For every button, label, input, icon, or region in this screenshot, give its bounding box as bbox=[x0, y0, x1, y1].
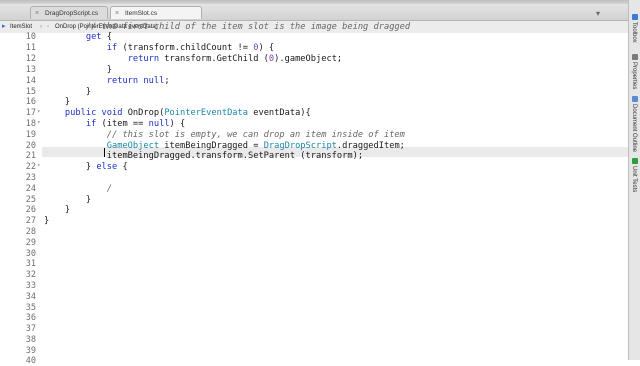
tab-itemslot[interactable]: × ItemSlot.cs bbox=[110, 6, 202, 19]
line-number: 26 bbox=[25, 205, 36, 215]
code-line: if (item == null) { bbox=[85, 119, 186, 129]
fold-toggle-icon[interactable]: ▾ bbox=[37, 108, 42, 115]
line-number: 17 bbox=[25, 108, 36, 118]
line-number: 18 bbox=[25, 119, 36, 129]
code-line: return transform.GetChild (0).gameObject… bbox=[127, 54, 343, 64]
line-number: 32 bbox=[25, 270, 36, 280]
right-dock-panel: Toolbox Properties Document Outline Unit… bbox=[628, 0, 640, 360]
code-line: } bbox=[44, 195, 92, 205]
side-tab-label: Properties bbox=[631, 62, 637, 90]
code-line: if (transform.childCount != 0) { bbox=[106, 43, 275, 53]
line-number: 33 bbox=[25, 281, 36, 291]
code-line: } bbox=[44, 65, 112, 75]
line-number: 25 bbox=[25, 195, 36, 205]
code-line: } bbox=[44, 216, 50, 226]
code-line: get { bbox=[85, 32, 113, 42]
line-number: 37 bbox=[25, 324, 36, 334]
breadcrumb-separator: › bbox=[40, 24, 42, 30]
line-number-gutter: 10 11 12 13 14 15 16 17 18 19 20 21 22 2… bbox=[0, 32, 42, 366]
line-number: 23 bbox=[25, 173, 36, 183]
line-number: 15 bbox=[25, 87, 36, 97]
tab-label: DragDropScript.cs bbox=[45, 10, 99, 17]
line-number: 24 bbox=[25, 184, 36, 194]
code-line: GameObject itemBeingDragged = DragDropSc… bbox=[106, 141, 405, 151]
chevron-down-icon[interactable]: ▾ bbox=[596, 9, 600, 18]
line-number: 34 bbox=[25, 292, 36, 302]
line-number: 40 bbox=[25, 356, 36, 366]
line-number: 28 bbox=[25, 227, 36, 237]
close-tab-icon[interactable]: × bbox=[115, 7, 119, 20]
side-tab-label: Toolbox bbox=[631, 22, 637, 43]
code-editor[interactable]: 10 11 12 13 14 15 16 17 18 19 20 21 22 2… bbox=[0, 22, 628, 366]
line-number: 31 bbox=[25, 259, 36, 269]
code-line: } bbox=[44, 97, 71, 107]
line-number: 13 bbox=[25, 65, 36, 75]
line-number: 12 bbox=[25, 54, 36, 64]
close-tab-icon[interactable]: × bbox=[35, 7, 39, 20]
code-line: itemBeingDragged.transform.SetParent (tr… bbox=[44, 151, 364, 161]
tab-dragdropscript[interactable]: × DragDropScript.cs bbox=[30, 6, 108, 19]
line-number: 14 bbox=[25, 76, 36, 86]
line-number: 38 bbox=[25, 335, 36, 345]
code-line: return null; bbox=[106, 76, 170, 86]
line-number: 36 bbox=[25, 313, 36, 323]
line-number: 29 bbox=[25, 238, 36, 248]
code-line: } else { bbox=[44, 162, 128, 172]
code-line: } bbox=[44, 87, 92, 97]
code-line: // the first child of the item slot is t… bbox=[85, 22, 411, 32]
code-line: public void OnDrop(PointerEventData even… bbox=[64, 108, 311, 118]
properties-icon bbox=[632, 54, 638, 60]
line-number: 39 bbox=[25, 346, 36, 356]
code-line: } bbox=[44, 205, 71, 215]
document-tab-bar: × DragDropScript.cs × ItemSlot.cs ▾ bbox=[0, 4, 628, 21]
code-line: / bbox=[106, 184, 112, 194]
toolbox-icon bbox=[632, 14, 638, 20]
unit-tests-icon bbox=[632, 158, 638, 164]
text-caret bbox=[104, 148, 105, 157]
line-number: 35 bbox=[25, 303, 36, 313]
line-number: 11 bbox=[25, 43, 36, 53]
line-number: 27 bbox=[25, 216, 36, 226]
side-tab-label: Document Outline bbox=[631, 104, 637, 153]
fold-toggle-icon[interactable]: ▾ bbox=[37, 162, 42, 169]
line-number: 21 bbox=[25, 151, 36, 161]
tab-label: ItemSlot.cs bbox=[125, 10, 158, 17]
line-number: 20 bbox=[25, 141, 36, 151]
line-number: 19 bbox=[25, 130, 36, 140]
fold-toggle-icon[interactable]: ▾ bbox=[37, 119, 42, 126]
line-number: 30 bbox=[25, 249, 36, 259]
line-number: 16 bbox=[25, 97, 36, 107]
line-number: 22 bbox=[25, 162, 36, 172]
code-line: // this slot is empty, we can drop an it… bbox=[106, 130, 405, 140]
document-outline-icon bbox=[632, 96, 638, 102]
side-tab-label: Unit Tests bbox=[631, 166, 637, 193]
line-number: 10 bbox=[25, 32, 36, 42]
